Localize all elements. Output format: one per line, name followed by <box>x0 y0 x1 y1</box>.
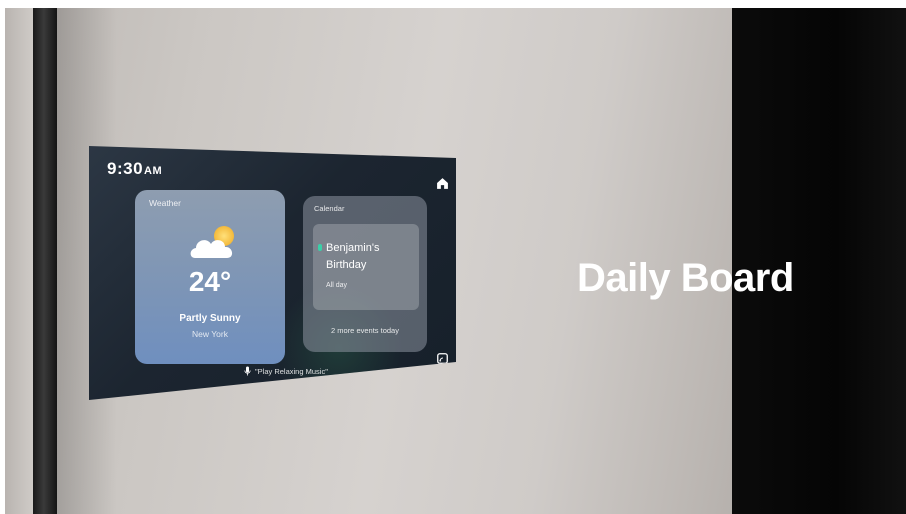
weather-city: New York <box>192 329 228 339</box>
scene: Daily Board 9:30AM Weather 24° Partly Su… <box>5 8 906 514</box>
fridge-frame <box>33 8 57 514</box>
calendar-event[interactable]: Benjamin's Birthday All day <box>313 224 419 310</box>
weather-temperature: 24° <box>188 266 232 297</box>
event-title: Benjamin's Birthday <box>326 242 380 271</box>
cast-icon[interactable] <box>437 353 448 364</box>
event-dot-icon <box>318 244 322 251</box>
event-time: All day <box>326 282 348 289</box>
partly-sunny-icon <box>190 226 234 258</box>
voice-hint[interactable]: "Play Relaxing Music" <box>244 366 328 376</box>
fridge-screen: 9:30AM Weather 24° Partly Sunny New York <box>89 146 456 400</box>
clock: 9:30AM <box>107 159 162 179</box>
clock-ampm: AM <box>144 165 163 177</box>
calendar-title: Calendar <box>314 204 345 213</box>
clock-time: 9:30 <box>107 159 144 178</box>
weather-card[interactable]: Weather 24° Partly Sunny New York <box>135 190 285 364</box>
calendar-card[interactable]: Calendar Benjamin's Birthday All day 2 m… <box>303 196 427 352</box>
weather-title: Weather <box>149 198 181 208</box>
wall-strip <box>5 8 33 514</box>
home-icon[interactable] <box>436 177 449 190</box>
more-events-link[interactable]: 2 more events today <box>303 326 427 335</box>
tagline: Daily Board <box>577 256 794 300</box>
voice-hint-text: "Play Relaxing Music" <box>255 366 328 376</box>
mic-icon <box>244 366 251 376</box>
weather-condition: Partly Sunny <box>179 313 241 324</box>
